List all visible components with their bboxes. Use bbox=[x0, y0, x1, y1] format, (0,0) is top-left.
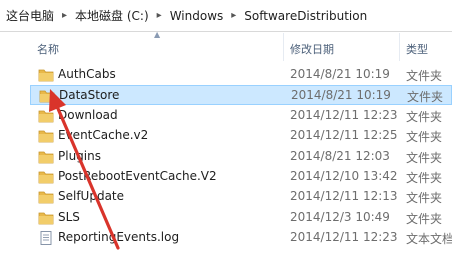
column-header-date[interactable]: 修改日期 bbox=[290, 41, 334, 57]
breadcrumb-softwaredistribution[interactable]: SoftwareDistribution bbox=[242, 9, 369, 23]
file-modified-date: 2014/8/21 10:19 bbox=[291, 88, 391, 103]
file-row[interactable]: AuthCabs 2014/8/21 10:19 文件夹 bbox=[30, 65, 452, 85]
column-header: 名称 修改日期 类型 bbox=[0, 33, 452, 61]
file-row[interactable]: EventCache.v2 2014/12/11 12:25 文件夹 bbox=[30, 126, 452, 146]
file-modified-date: 2014/12/11 12:23 bbox=[290, 230, 398, 245]
folder-icon bbox=[38, 68, 54, 82]
folder-icon bbox=[38, 150, 54, 164]
breadcrumb-this-pc[interactable]: 这台电脑 bbox=[4, 7, 56, 24]
file-type: 文件夹 bbox=[406, 69, 443, 83]
file-name: Download bbox=[58, 107, 118, 122]
file-type: 文件夹 bbox=[406, 191, 443, 206]
file-type: 文件夹 bbox=[406, 171, 443, 185]
file-name: SelfUpdate bbox=[58, 189, 125, 204]
file-name: EventCache.v2 bbox=[58, 128, 149, 143]
file-type: 文件夹 bbox=[406, 109, 443, 124]
folder-icon bbox=[38, 170, 54, 184]
text-file-icon bbox=[38, 231, 54, 246]
chevron-right-icon[interactable]: ▸ bbox=[225, 10, 242, 21]
file-name: Plugins bbox=[58, 148, 101, 163]
file-modified-date: 2014/8/21 10:19 bbox=[290, 67, 390, 81]
folder-icon bbox=[39, 89, 55, 103]
file-name: SLS bbox=[58, 209, 80, 224]
file-name: DataStore bbox=[59, 88, 120, 103]
file-modified-date: 2014/12/11 12:25 bbox=[290, 128, 398, 143]
column-header-name[interactable]: 名称 bbox=[37, 41, 59, 57]
file-row[interactable]: Plugins 2014/8/21 12:03 文件夹 bbox=[30, 147, 452, 167]
folder-icon bbox=[38, 109, 54, 123]
file-name: PostRebootEventCache.V2 bbox=[58, 169, 217, 183]
file-modified-date: 2014/12/11 12:23 bbox=[290, 107, 398, 122]
file-type: 文件夹 bbox=[407, 90, 444, 105]
folder-icon bbox=[38, 190, 54, 204]
file-row[interactable]: SLS 2014/12/3 10:49 文件夹 bbox=[30, 208, 452, 228]
file-row[interactable]: DataStore 2014/8/21 10:19 文件夹 bbox=[30, 85, 452, 106]
file-row[interactable]: PostRebootEventCache.V2 2014/12/10 13:42 文… bbox=[30, 167, 452, 187]
chevron-right-icon[interactable]: ▸ bbox=[56, 10, 73, 21]
chevron-right-icon[interactable]: ▸ bbox=[151, 10, 168, 21]
file-type: 文件夹 bbox=[406, 130, 443, 145]
column-divider[interactable] bbox=[399, 33, 400, 61]
file-name: ReportingEvents.log bbox=[58, 230, 180, 245]
column-header-type[interactable]: 类型 bbox=[406, 41, 428, 57]
sort-ascending-icon: ▲ bbox=[154, 30, 161, 39]
file-row[interactable]: Download 2014/12/11 12:23 文件夹 bbox=[30, 106, 452, 126]
folder-icon bbox=[38, 129, 54, 143]
column-divider[interactable] bbox=[283, 33, 284, 61]
file-row[interactable]: ReportingEvents.log 2014/12/11 12:23 文本文档 bbox=[30, 228, 452, 248]
file-modified-date: 2014/8/21 12:03 bbox=[290, 148, 390, 163]
folder-icon bbox=[38, 211, 54, 225]
file-type: 文件夹 bbox=[406, 150, 443, 165]
file-type: 文本文档 bbox=[406, 232, 452, 247]
file-modified-date: 2014/12/11 12:13 bbox=[290, 189, 398, 204]
file-row[interactable]: SelfUpdate 2014/12/11 12:13 文件夹 bbox=[30, 187, 452, 207]
file-modified-date: 2014/12/3 10:49 bbox=[290, 209, 390, 224]
file-name: AuthCabs bbox=[58, 67, 116, 81]
breadcrumb-local-disk[interactable]: 本地磁盘 (C:) bbox=[73, 7, 151, 24]
address-bar[interactable]: 这台电脑 ▸ 本地磁盘 (C:) ▸ Windows ▸ SoftwareDis… bbox=[0, 0, 452, 32]
file-type: 文件夹 bbox=[406, 211, 443, 226]
breadcrumb-windows[interactable]: Windows bbox=[168, 9, 226, 23]
file-modified-date: 2014/12/10 13:42 bbox=[290, 169, 398, 183]
